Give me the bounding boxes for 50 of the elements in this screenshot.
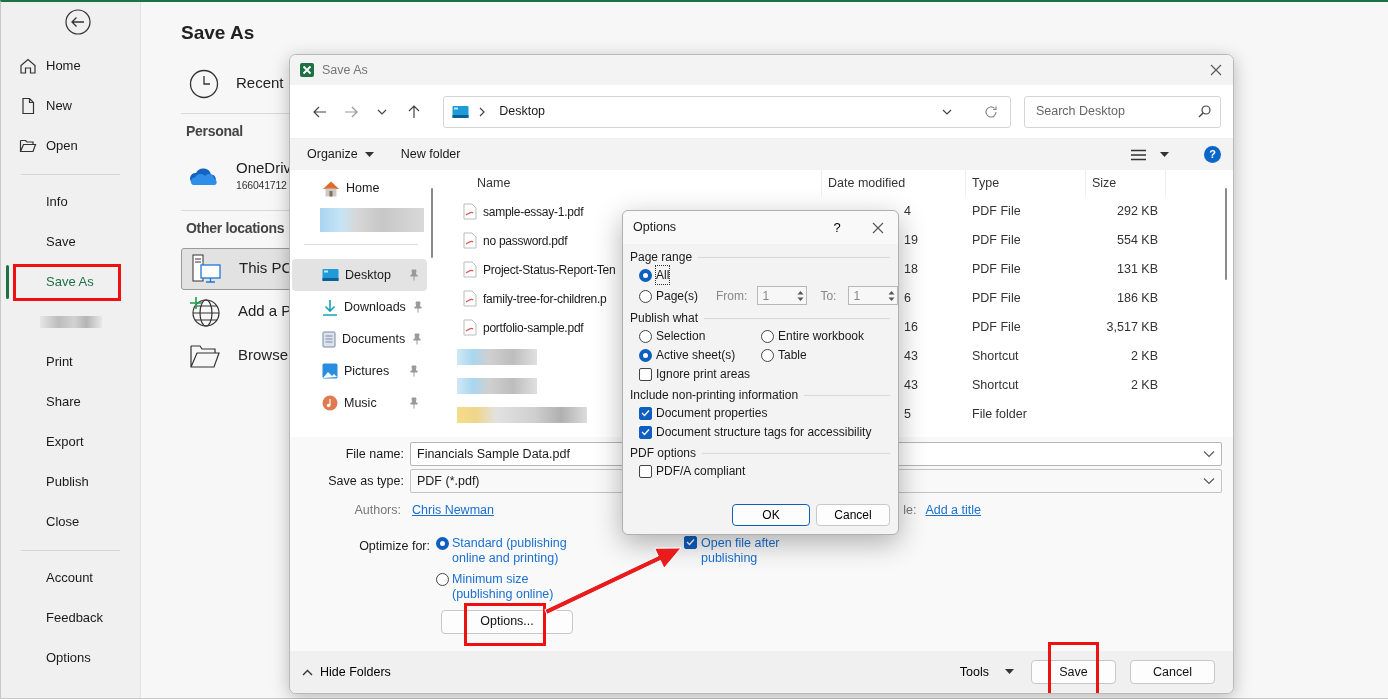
- section-heading: Page range: [630, 249, 693, 266]
- field-label: To:: [820, 287, 837, 305]
- option-label: Table: [778, 347, 807, 364]
- field-label: Authors:: [353, 502, 402, 519]
- size-cell-text: 554 KB: [1117, 232, 1158, 250]
- type-cell-text: PDF File: [971, 319, 1022, 337]
- type-cell-text: Shortcut: [971, 348, 1020, 366]
- date-cell-text: 18: [904, 261, 918, 279]
- date-cell-text: 16: [904, 319, 918, 337]
- option-label: All: [656, 266, 670, 284]
- option-label: Document properties: [656, 405, 768, 422]
- option-label: Entire workbook: [778, 328, 865, 345]
- option-label: Active sheet(s): [656, 347, 736, 364]
- field-label: le:: [903, 502, 917, 519]
- option-label: Page(s): [656, 287, 699, 305]
- size-cell-text: 3,517 KB: [1106, 319, 1158, 337]
- size-cell-text: 2 KB: [1130, 348, 1158, 366]
- date-cell-text: 43: [904, 377, 918, 395]
- dialog-title: Options: [633, 219, 677, 237]
- date-cell-text: 19: [904, 232, 918, 250]
- field-label: Save as type:: [327, 472, 405, 490]
- date-cell-text: 6: [904, 290, 911, 308]
- date-cell-text: 5: [904, 406, 911, 424]
- type-cell-text: PDF File: [971, 290, 1022, 308]
- option-label: Standard (publishing online and printing): [452, 535, 568, 566]
- section-heading: PDF options: [630, 445, 697, 462]
- type-cell-text: Shortcut: [971, 377, 1020, 395]
- section-heading: Publish what: [630, 310, 699, 327]
- option-label: Ignore print areas: [656, 366, 751, 383]
- dialog-title: Save As: [322, 61, 368, 79]
- type-cell-text: PDF File: [971, 203, 1022, 221]
- date-cell-text: 43: [904, 348, 918, 366]
- size-cell-text: 131 KB: [1117, 261, 1158, 279]
- size-cell-text: 186 KB: [1117, 290, 1158, 308]
- type-cell-text: File folder: [971, 406, 1028, 424]
- field-label: File name:: [344, 445, 405, 463]
- size-cell-text: 292 KB: [1117, 203, 1158, 221]
- field-label: Optimize for:: [358, 537, 431, 555]
- option-label: PDF/A compliant: [656, 463, 746, 480]
- field-label: From:: [716, 287, 748, 305]
- date-cell-text: 4: [904, 203, 911, 221]
- size-cell-text: 2 KB: [1130, 377, 1158, 395]
- option-label: Document structure tags for accessibility: [656, 424, 872, 441]
- option-label: Open file after publishing: [701, 535, 781, 566]
- option-label: Minimum size (publishing online): [452, 571, 555, 602]
- type-cell-text: PDF File: [971, 261, 1022, 279]
- type-cell-text: PDF File: [971, 232, 1022, 250]
- option-label: Selection: [656, 328, 706, 345]
- section-heading: Include non-printing information: [630, 387, 799, 404]
- page-title: Save As: [181, 21, 256, 45]
